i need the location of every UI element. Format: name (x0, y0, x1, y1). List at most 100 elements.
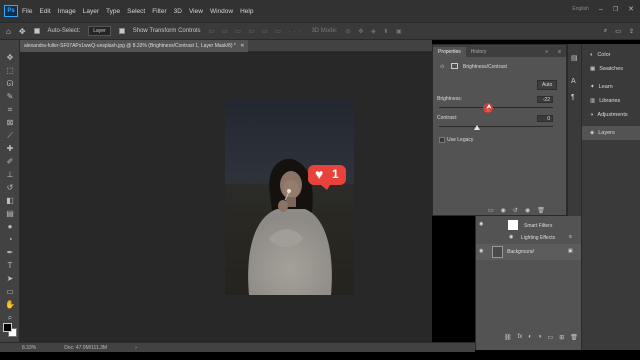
layers-panel: ◉ Smart Filters ◉ Lighting Effects ≡ ◉ B… (475, 216, 582, 350)
clone-stamp-tool-icon[interactable]: ⊥ (4, 169, 16, 180)
layer-row[interactable]: ◉ Lighting Effects ≡ (476, 232, 582, 244)
auto-select-dropdown[interactable]: Layer (88, 26, 111, 36)
dock-item-swatches[interactable]: ▦ Swatches (582, 62, 640, 76)
restore-icon[interactable]: ❐ (613, 6, 618, 13)
type-tool-icon[interactable]: T (4, 260, 16, 271)
menu-type[interactable]: Type (106, 8, 120, 15)
right-dock: ◐ Color ▦ Swatches ✦ Learn ▥ Libraries ◑… (581, 44, 640, 350)
lasso-tool-icon[interactable]: ᘏ (4, 78, 16, 89)
menu-window[interactable]: Window (210, 8, 233, 15)
path-selection-tool-icon[interactable]: ➤ (4, 273, 16, 284)
menu-image[interactable]: Image (58, 8, 76, 15)
rectangle-tool-icon[interactable]: ▭ (4, 286, 16, 297)
color-icon: ◐ (590, 52, 594, 58)
marquee-tool-icon[interactable]: ⬚ (4, 65, 16, 76)
brightness-slider-track[interactable] (439, 107, 553, 108)
menu-file[interactable]: File (22, 8, 32, 15)
frame-tool-icon[interactable]: ⊠ (4, 117, 16, 128)
delete-layer-icon[interactable]: 🗑 (570, 334, 578, 341)
zoom-tool-icon[interactable]: ⌕ (4, 312, 16, 323)
add-mask-icon[interactable]: ◐ (528, 334, 532, 341)
menu-help[interactable]: Help (240, 8, 253, 15)
menu-filter[interactable]: Filter (152, 8, 166, 15)
brush-tool-icon[interactable]: ✐ (4, 156, 16, 167)
move-tool-icon[interactable]: ✥ (4, 52, 16, 63)
workspace-icon[interactable]: ▭ (615, 28, 621, 35)
new-adjustment-icon[interactable]: ◑ (538, 334, 542, 341)
quick-select-tool-icon[interactable]: ✎ (4, 91, 16, 102)
pen-tool-icon[interactable]: ✒ (4, 247, 16, 258)
document-tab[interactable]: alexandra-fuller-SF07APs1wwQ-unsplash.jp… (20, 40, 249, 52)
auto-select-checkbox[interactable] (33, 28, 40, 34)
dock-item-color[interactable]: ◐ Color (582, 48, 640, 62)
menu-edit[interactable]: Edit (39, 8, 50, 15)
dock-item-libraries[interactable]: ▥ Libraries (582, 94, 640, 108)
layer-row[interactable]: ◉ Background ▣ (476, 244, 582, 260)
dock-item-layers[interactable]: ◈ Layers (582, 126, 640, 140)
link-layers-icon[interactable]: ⛓ (504, 334, 512, 341)
paragraph-icon[interactable]: A (571, 78, 576, 85)
tab-properties[interactable]: Properties (433, 47, 466, 57)
zoom-level[interactable]: 8.33% (22, 345, 36, 351)
menu-select[interactable]: Select (127, 8, 145, 15)
use-legacy-label: Use Legacy (447, 137, 474, 143)
show-transform-checkbox[interactable] (118, 28, 125, 34)
use-legacy-checkbox[interactable] (439, 137, 445, 143)
menu-view[interactable]: View (189, 8, 203, 15)
foreground-color-swatch[interactable] (3, 323, 12, 332)
history-icon[interactable]: ▤ (571, 54, 578, 62)
new-group-icon[interactable]: ▭ (548, 334, 554, 341)
history-brush-tool-icon[interactable]: ↺ (4, 182, 16, 193)
align-icons[interactable]: ▭ ▭ ▭ ▭ ▭ ▭ ··· (208, 28, 303, 35)
tab-history[interactable]: History (466, 47, 492, 57)
visibility-icon[interactable]: ◉ (525, 207, 530, 214)
minimize-icon[interactable]: – (599, 6, 603, 13)
contrast-slider-thumb[interactable] (474, 125, 480, 130)
hand-tool-icon[interactable]: ✋ (4, 299, 16, 310)
clip-to-layer-icon[interactable]: ▭ (488, 207, 494, 214)
visibility-eye-icon[interactable]: ◉ (509, 234, 513, 240)
menu-3d[interactable]: 3D (174, 8, 182, 15)
menu-bar: Ps File Edit Image Layer Type Select Fil… (0, 0, 640, 22)
panel-menu-icon[interactable]: ≡ (553, 47, 566, 57)
healing-brush-tool-icon[interactable]: ✚ (4, 143, 16, 154)
contrast-value[interactable]: 0 (537, 115, 553, 122)
photoshop-logo[interactable]: Ps (4, 5, 18, 17)
layer-style-icon[interactable]: fx (518, 334, 523, 341)
dodge-tool-icon[interactable]: ◔ (4, 234, 16, 245)
move-tool-icon[interactable]: ✥ (19, 27, 26, 36)
brightness-value[interactable]: -22 (537, 96, 553, 103)
properties-panel: Properties History » ≡ ☼ Brightness/Cont… (432, 44, 567, 216)
trash-icon[interactable]: 🗑 (537, 207, 545, 214)
dock-item-label: Swatches (599, 66, 624, 72)
new-layer-icon[interactable]: ⊞ (559, 334, 564, 341)
layer-row[interactable]: ◉ Smart Filters (476, 218, 582, 232)
close-tab-icon[interactable]: ✕ (240, 43, 244, 49)
status-menu-icon[interactable]: › (135, 345, 137, 351)
contrast-slider-track[interactable] (439, 126, 553, 127)
character-icon[interactable]: ¶ (571, 94, 575, 101)
close-icon[interactable]: ✕ (628, 5, 634, 13)
crop-tool-icon[interactable]: ⌗ (4, 104, 16, 115)
menu-layer[interactable]: Layer (83, 8, 99, 15)
eyedropper-tool-icon[interactable]: ⟋ (4, 130, 16, 141)
document-image[interactable] (225, 99, 354, 295)
contrast-label: Contrast: (437, 115, 458, 121)
dock-item-learn[interactable]: ✦ Learn (582, 80, 640, 94)
visibility-eye-icon[interactable]: ◉ (479, 221, 483, 227)
auto-button[interactable]: Auto (537, 80, 558, 90)
collapse-panel-icon[interactable]: » (540, 47, 553, 57)
layer-mask-icon[interactable] (451, 63, 458, 69)
visibility-eye-icon[interactable]: ◉ (479, 248, 483, 254)
dock-item-adjustments[interactable]: ◑ Adjustments (582, 108, 640, 122)
gradient-tool-icon[interactable]: ▤ (4, 208, 16, 219)
blur-tool-icon[interactable]: ● (4, 221, 16, 232)
3d-mode-icons[interactable]: ◎ ✥ ◈ ⬍ ▣ (345, 28, 404, 35)
view-previous-icon[interactable]: ◉ (501, 207, 506, 214)
reset-icon[interactable]: ↺ (513, 207, 518, 214)
share-icon[interactable]: ⇪ (629, 28, 634, 35)
search-icon[interactable]: ⌕ (604, 28, 607, 35)
home-icon[interactable]: ⌂ (6, 27, 11, 36)
eraser-tool-icon[interactable]: ◧ (4, 195, 16, 206)
filter-options-icon[interactable]: ≡ (569, 234, 572, 240)
